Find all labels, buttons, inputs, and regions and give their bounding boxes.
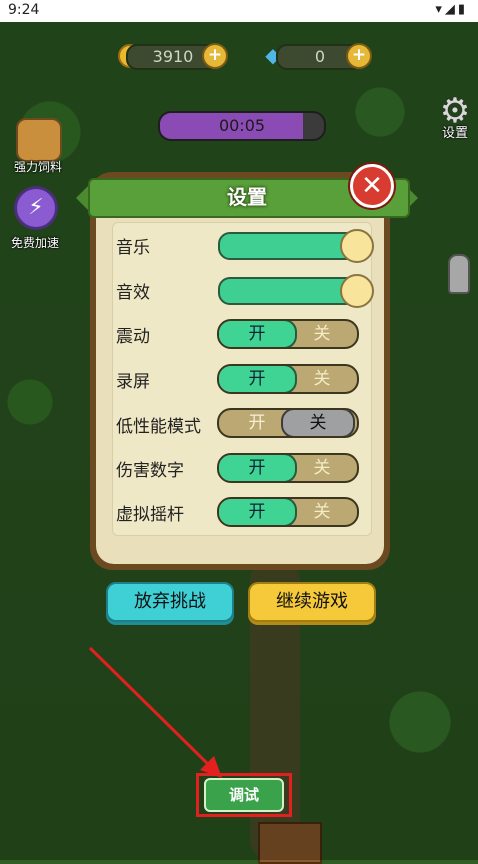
toggle-off-option[interactable]: 关 (281, 410, 355, 436)
timer-bar: 00:05 (158, 111, 326, 141)
music-slider-knob[interactable] (340, 229, 374, 263)
music-label: 音乐 (116, 238, 150, 258)
timer-label: 00:05 (218, 116, 266, 135)
status-icons: ▾◢▮ (435, 2, 468, 17)
status-bar: 9:24 ▾◢▮ (0, 0, 478, 22)
feed-label: 强力饲料 (13, 160, 62, 174)
lightning-icon[interactable]: ⚡ (14, 186, 58, 230)
virtual-joystick-label: 虚拟摇杆 (116, 505, 184, 525)
toggle-off-option[interactable]: 关 (287, 366, 357, 392)
add-gems-button[interactable]: + (346, 43, 372, 69)
feed-icon[interactable] (16, 118, 62, 162)
debug-button[interactable]: 调试 (204, 778, 284, 812)
virtual-joystick-toggle[interactable]: 开 关 (217, 497, 359, 527)
damage-numbers-toggle[interactable]: 开 关 (217, 453, 359, 483)
toggle-on-option[interactable]: 开 (219, 321, 297, 347)
abandon-challenge-button[interactable]: 放弃挑战 (106, 582, 234, 622)
continue-game-button[interactable]: 继续游戏 (248, 582, 376, 622)
toggle-on-option[interactable]: 开 (219, 455, 297, 481)
toggle-on-option[interactable]: 开 (219, 499, 297, 525)
speed-label: 免费加速 (10, 236, 59, 250)
add-coins-button[interactable]: + (202, 43, 228, 69)
vibration-toggle[interactable]: 开 关 (217, 319, 359, 349)
screen-record-toggle[interactable]: 开 关 (217, 364, 359, 394)
toggle-on-option[interactable]: 开 (219, 366, 297, 392)
close-button[interactable]: ✕ (350, 164, 394, 208)
sfx-slider-knob[interactable] (340, 274, 374, 308)
vibration-label: 震动 (116, 327, 150, 347)
damage-numbers-label: 伤害数字 (116, 461, 184, 481)
toggle-off-option[interactable]: 关 (287, 455, 357, 481)
sfx-label: 音效 (116, 283, 150, 303)
low-performance-label: 低性能模式 (116, 417, 201, 437)
status-time: 9:24 (8, 2, 40, 18)
settings-label: 设置 (441, 126, 468, 141)
screen-record-label: 录屏 (116, 372, 150, 392)
toggle-off-option[interactable]: 关 (287, 499, 357, 525)
toggle-off-option[interactable]: 关 (287, 321, 357, 347)
low-performance-toggle[interactable]: 开 关 (217, 408, 359, 438)
